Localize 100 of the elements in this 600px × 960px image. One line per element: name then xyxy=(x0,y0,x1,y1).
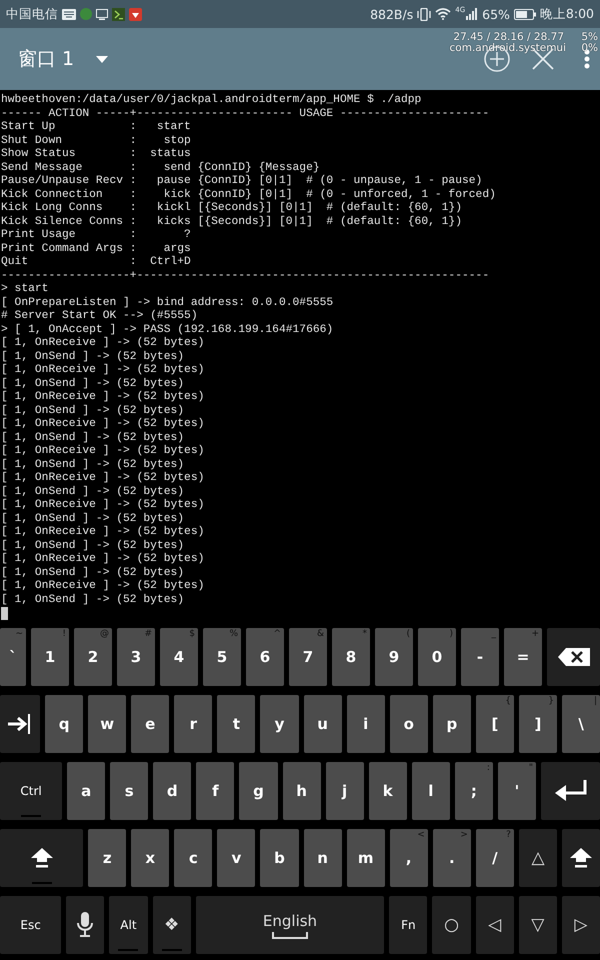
keyboard-key[interactable]: & 7 xyxy=(289,628,327,686)
keyboard-key[interactable]: > . xyxy=(432,829,471,887)
key-hint: } xyxy=(548,696,554,706)
terminal-line: Print Usage : ? xyxy=(1,229,192,242)
keyboard-key[interactable]: ^ 6 xyxy=(246,628,284,686)
terminal-line: [ 1, OnReceive ] -> (52 bytes) xyxy=(1,337,206,350)
keyboard-key[interactable]: ▽ xyxy=(518,896,557,954)
key-hint: : xyxy=(486,763,490,773)
backspace-key[interactable] xyxy=(547,628,600,686)
keyboard-key[interactable]: m xyxy=(346,829,385,887)
keyboard-key[interactable]: @ 2 xyxy=(74,628,112,686)
keyboard-key[interactable]: : ; xyxy=(454,762,493,820)
keyboard-key[interactable]: Fn xyxy=(389,896,428,954)
terminal-line: [ 1, OnReceive ] -> (52 bytes) xyxy=(1,580,206,594)
keyboard-key[interactable]: Alt xyxy=(109,896,148,954)
dropdown-caret-icon[interactable] xyxy=(96,56,108,62)
keyboard-key[interactable]: r xyxy=(174,695,212,753)
enter-key[interactable] xyxy=(540,762,600,820)
keyboard-key[interactable]: z xyxy=(88,829,126,887)
keyboard-key[interactable]: _ - xyxy=(461,628,499,686)
keyboard-key[interactable]: v xyxy=(217,829,256,887)
terminal-line: [ 1, OnSend ] -> (52 bytes) xyxy=(1,404,186,418)
key-hint: % xyxy=(229,629,238,639)
key-hint: $ xyxy=(189,629,195,639)
keyboard-key[interactable]: x xyxy=(131,829,170,887)
key-hint: ( xyxy=(406,629,410,639)
key-hint: @ xyxy=(100,629,109,639)
terminal-line: Show Status : status xyxy=(1,148,192,162)
key-hint: | xyxy=(594,696,598,706)
tab-key[interactable] xyxy=(0,695,40,753)
keyboard-key[interactable]: ○ xyxy=(432,896,471,954)
terminal-cursor xyxy=(1,607,8,620)
terminal-line: Kick Silence Conns : kicks [{Seconds}] [0|1] # (default: {60, 1}) xyxy=(1,216,463,228)
keyboard-key[interactable]: $ 4 xyxy=(160,628,198,686)
keyboard-key[interactable]: l xyxy=(412,762,450,820)
keyboard-key[interactable]: k xyxy=(368,762,407,820)
cpu-percent: 5% xyxy=(581,31,598,43)
terminal-line: [ 1, OnSend ] -> (52 bytes) xyxy=(1,378,186,390)
keyboard-key[interactable]: d xyxy=(153,762,192,820)
keyboard-key[interactable]: < , xyxy=(390,829,428,887)
keyboard-key[interactable]: w xyxy=(88,695,126,753)
keyboard-key[interactable]: ~ ` xyxy=(0,628,26,686)
keyboard-key[interactable]: Esc xyxy=(0,896,62,954)
shift-key[interactable] xyxy=(0,829,84,887)
keyboard-key[interactable]: f xyxy=(196,762,234,820)
keyboard-key[interactable]: t xyxy=(217,695,256,753)
space-key[interactable]: English xyxy=(196,896,384,954)
terminal-line: [ OnPrepareListen ] -> bind address: 0.0.0.0#5555 xyxy=(1,296,334,310)
shift-icon xyxy=(30,848,53,868)
keyboard-key[interactable]: ? / xyxy=(476,829,514,887)
keyboard-key[interactable]: % 5 xyxy=(203,628,241,686)
keyboard-key[interactable]: ◁ xyxy=(476,896,514,954)
key-hint: _ xyxy=(492,629,496,639)
keyboard-key[interactable]: # 3 xyxy=(117,628,155,686)
terminal-line: [ 1, OnSend ] -> (52 bytes) xyxy=(1,486,186,498)
keyboard-key[interactable]: o xyxy=(390,695,428,753)
keyboard-key[interactable]: ! 1 xyxy=(31,628,69,686)
terminal-line: # Server Start OK --> (#5555) xyxy=(1,310,199,324)
window-title[interactable]: 窗口 1 xyxy=(18,46,74,72)
keyboard-key[interactable]: u xyxy=(304,695,342,753)
signal-icon xyxy=(466,8,478,20)
keyboard-key[interactable]: n xyxy=(304,829,342,887)
keyboard-key[interactable]: e xyxy=(131,695,170,753)
enter-icon xyxy=(554,780,587,802)
key-hint: * xyxy=(362,629,367,639)
keyboard-key[interactable]: Ctrl xyxy=(0,762,62,820)
keyboard-key[interactable]: ( 9 xyxy=(375,628,413,686)
keyboard-key[interactable]: * 8 xyxy=(332,628,370,686)
screen-icon xyxy=(96,8,108,20)
keyboard-key[interactable]: b xyxy=(260,829,299,887)
keyboard-key[interactable]: | \ xyxy=(562,695,600,753)
keyboard-key[interactable]: + = xyxy=(504,628,542,686)
keyboard-key[interactable]: i xyxy=(346,695,385,753)
carrier-name: 中国电信 xyxy=(6,6,58,22)
terminal-line: [ 1, OnReceive ] -> (52 bytes) xyxy=(1,472,206,486)
keyboard-key[interactable]: } ] xyxy=(518,695,558,753)
terminal-line: [ 1, OnReceive ] -> (52 bytes) xyxy=(1,418,206,432)
microphone-key[interactable] xyxy=(66,896,104,954)
terminal-line: ------ ACTION -----+----------------------- USAGE ---------------------- xyxy=(1,108,490,121)
keyboard-key[interactable]: ) 0 xyxy=(418,628,456,686)
keyboard-key[interactable]: q xyxy=(45,695,84,753)
terminal-line: [ 1, OnReceive ] -> (52 bytes) xyxy=(1,499,206,512)
terminal-line: [ 1, OnReceive ] -> (52 bytes) xyxy=(1,364,206,378)
keyboard-key[interactable]: ▷ xyxy=(562,896,600,954)
keyboard-key[interactable]: s xyxy=(110,762,148,820)
keyboard-key[interactable]: c xyxy=(174,829,212,887)
keyboard-key[interactable]: △ xyxy=(518,829,558,887)
terminal-line: > start xyxy=(1,283,50,296)
keyboard-icon xyxy=(62,8,76,20)
keyboard-key[interactable]: ❖ xyxy=(152,896,191,954)
shift-key[interactable] xyxy=(562,829,600,887)
keyboard-key[interactable]: g xyxy=(239,762,278,820)
key-hint: + xyxy=(531,629,539,639)
keyboard-key[interactable]: " ' xyxy=(498,762,536,820)
keyboard-key[interactable]: a xyxy=(67,762,106,820)
keyboard-key[interactable]: h xyxy=(282,762,321,820)
keyboard-key[interactable]: y xyxy=(260,695,299,753)
keyboard-key[interactable]: { [ xyxy=(476,695,514,753)
keyboard-key[interactable]: j xyxy=(326,762,364,820)
keyboard-key[interactable]: p xyxy=(432,695,471,753)
